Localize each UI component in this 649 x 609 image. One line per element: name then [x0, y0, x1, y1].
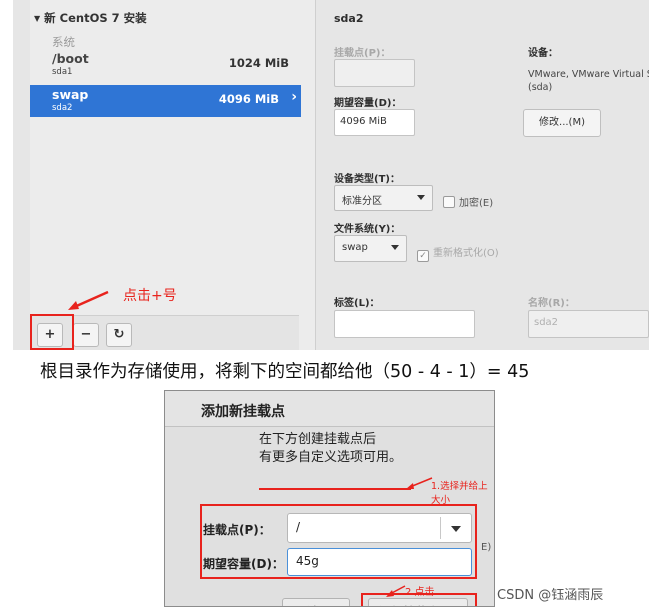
caret-down-icon — [391, 245, 399, 250]
partition-name: swap — [52, 87, 89, 102]
tag-field[interactable] — [334, 310, 475, 338]
partition-row-boot[interactable]: /boot sda1 1024 MiB — [30, 49, 301, 81]
desired-capacity-label: 期望容量(D)： — [334, 98, 402, 109]
filesystem-label: 文件系统(Y)： — [334, 224, 401, 235]
installer-screenshot: ▼ 新 CentOS 7 安装 系统 /boot sda1 1024 MiB sw… — [13, 0, 649, 350]
partition-device: sda1 — [52, 67, 73, 77]
partition-size: 1024 MiB — [228, 56, 289, 70]
modify-device-button[interactable]: 修改...(M) — [523, 109, 601, 137]
add-mount-point-dialog: 添加新挂载点 在下方创建挂载点后 有更多自定义选项可用。 1.选择并给上大小 挂… — [164, 390, 495, 607]
reformat-label: 重新格式化(O) — [433, 248, 499, 259]
name-label: 名称(R)： — [528, 298, 575, 309]
dialog-title: 添加新挂载点 — [201, 404, 285, 420]
watermark: CSDN @钰涵雨辰 — [497, 588, 604, 603]
click-plus-annotation: 点击+号 — [123, 288, 177, 304]
filesystem-dropdown[interactable]: swap — [334, 235, 407, 262]
tag-label: 标签(L)： — [334, 298, 380, 309]
partition-detail-pane: sda2 挂载点(P)： 期望容量(D)： 4096 MiB 设备： VMwar… — [316, 0, 649, 350]
checkbox-box-icon — [443, 196, 455, 208]
cancel-button[interactable]: 取消(C) — [282, 598, 350, 606]
expand-triangle-icon[interactable]: ▼ — [34, 14, 40, 23]
partition-size: 4096 MiB — [218, 92, 279, 106]
dialog-titlebar: 添加新挂载点 — [165, 391, 494, 427]
partition-name: /boot — [52, 51, 89, 66]
device-type-value: 标准分区 — [342, 196, 382, 207]
partition-list-pane: ▼ 新 CentOS 7 安装 系统 /boot sda1 1024 MiB sw… — [30, 0, 316, 350]
encrypt-checkbox[interactable]: 加密(E) — [443, 194, 493, 209]
annotation-arrow-icon — [386, 585, 406, 597]
encrypt-label: 加密(E) — [459, 198, 494, 209]
chevron-right-icon: › — [291, 89, 297, 105]
device-type-label: 设备类型(T)： — [334, 174, 400, 185]
background-text-fragment: E) — [481, 542, 492, 553]
partition-row-swap[interactable]: swap sda2 4096 MiB › — [30, 85, 301, 117]
instruction-caption: 根目录作为存储使用，将剩下的空间都给他（50 - 4 - 1）= 45 — [40, 362, 530, 382]
annotation-arrow-icon — [68, 290, 109, 310]
device-label: 设备： — [528, 48, 558, 59]
annotation-underline — [259, 488, 411, 490]
dialog-body: 在下方创建挂载点后 有更多自定义选项可用。 1.选择并给上大小 挂载点(P)： … — [165, 427, 494, 606]
check-mark-icon: ✓ — [417, 250, 429, 262]
annotation-arrow-icon — [406, 477, 433, 489]
name-field[interactable]: sda2 — [528, 310, 649, 338]
remove-partition-button[interactable]: − — [73, 323, 99, 347]
filesystem-value: swap — [342, 242, 368, 253]
caret-down-icon — [417, 195, 425, 200]
mount-point-label: 挂载点(P)： — [334, 48, 391, 59]
device-description: VMware, VMware Virtual S (sda) — [528, 69, 649, 93]
click-annotation: 2.点击 — [405, 587, 435, 598]
partition-device: sda2 — [52, 103, 73, 113]
detail-title: sda2 — [334, 12, 364, 25]
dialog-desc-line1: 在下方创建挂载点后 — [259, 432, 377, 447]
device-type-dropdown[interactable]: 标准分区 — [334, 185, 433, 211]
group-header-label: 新 CentOS 7 安装 — [44, 11, 147, 25]
dialog-desc-line2: 有更多自定义选项可用。 — [259, 450, 403, 465]
refresh-icon[interactable]: ↻ — [106, 323, 132, 347]
form-highlight-box — [200, 504, 477, 579]
desired-capacity-field[interactable]: 4096 MiB — [334, 109, 415, 136]
reformat-checkbox[interactable]: ✓ 重新格式化(O) — [417, 244, 499, 262]
dialog-description: 在下方创建挂载点后 有更多自定义选项可用。 — [259, 431, 402, 467]
mount-point-field[interactable] — [334, 59, 415, 87]
installation-group-header[interactable]: ▼ 新 CentOS 7 安装 — [34, 10, 147, 26]
system-section-label: 系统 — [52, 35, 75, 49]
add-button-highlight-box — [30, 314, 74, 350]
select-and-size-annotation: 1.选择并给上大小 — [431, 481, 488, 506]
